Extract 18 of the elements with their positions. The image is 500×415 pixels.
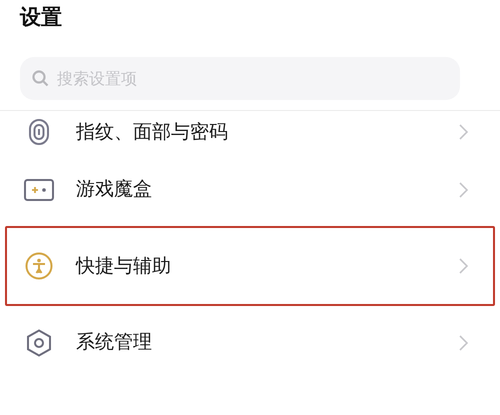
accessibility-icon: [25, 252, 53, 280]
fingerprint-icon: [29, 119, 49, 145]
settings-row[interactable]: 快捷与辅助: [5, 226, 495, 306]
page-title: 设置: [20, 4, 62, 31]
settings-row[interactable]: 指纹、面部与密码: [5, 111, 495, 153]
row-label: 快捷与辅助: [76, 254, 172, 279]
settings-row[interactable]: 游戏魔盒: [5, 153, 495, 226]
chevron-right-icon: [459, 334, 468, 350]
gamepad-icon: [24, 178, 54, 200]
row-label: 游戏魔盒: [76, 177, 153, 202]
chevron-right-icon: [459, 124, 468, 140]
settings-icon: [26, 328, 52, 356]
row-label: 系统管理: [76, 330, 153, 356]
row-label: 指纹、面部与密码: [76, 120, 229, 145]
chevron-right-icon: [459, 258, 468, 274]
chevron-right-icon: [459, 182, 468, 198]
search-icon: [32, 70, 49, 87]
settings-row[interactable]: 系统管理: [5, 306, 495, 379]
